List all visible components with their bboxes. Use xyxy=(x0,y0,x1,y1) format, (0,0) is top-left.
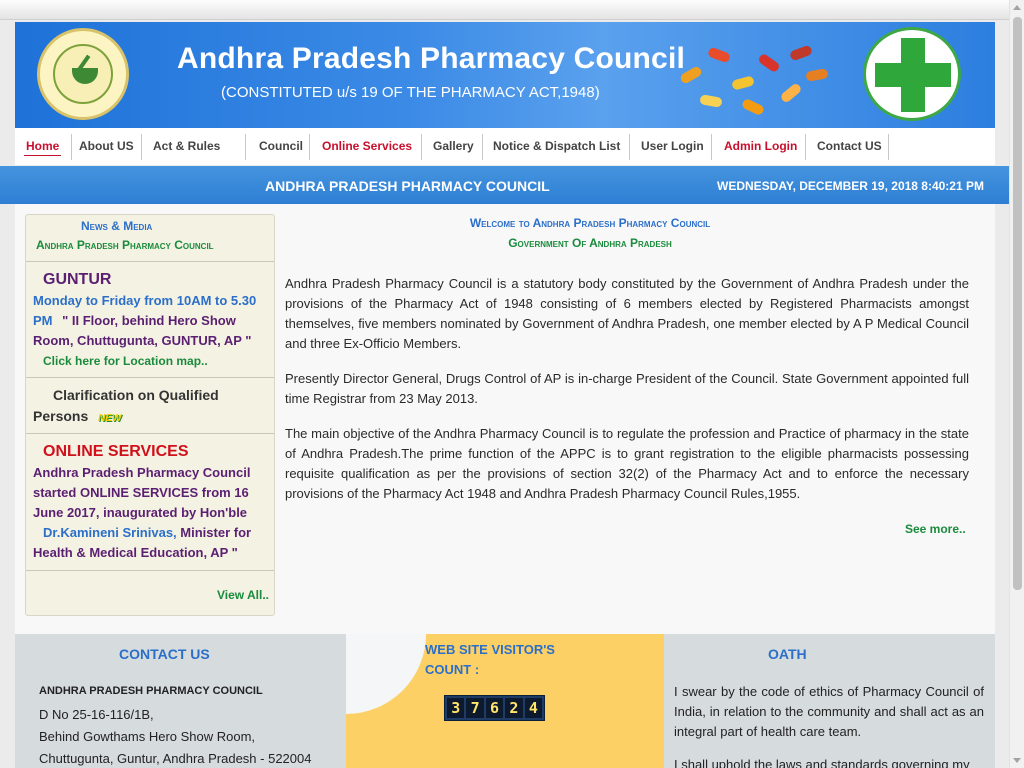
contact-address-line-2: Behind Gowthams Hero Show Room, xyxy=(39,729,256,744)
counter-digit: 2 xyxy=(505,698,523,718)
news-item-online-services: ONLINE SERVICES Andhra Pradesh Pharmacy … xyxy=(33,441,263,563)
nav-contact-us[interactable]: Contact US xyxy=(817,128,882,165)
counter-digit: 4 xyxy=(524,698,543,718)
guntur-address: " II Floor, behind Hero Show Room, Chutt… xyxy=(33,313,252,348)
date-time-display: WEDNESDAY, DECEMBER 19, 2018 8:40:21 PM xyxy=(717,179,984,193)
main-nav: Home About US Act & Rules Council Online… xyxy=(15,128,995,165)
contact-address-line-1: D No 25-16-116/1B, xyxy=(39,707,154,722)
council-name-heading: ANDHRA PRADESH PHARMACY COUNCIL xyxy=(265,178,550,194)
online-services-text: Andhra Pradesh Pharmacy Council started … xyxy=(33,465,251,520)
site-subtitle: (CONSTITUTED u/s 19 OF THE PHARMACY ACT,… xyxy=(221,84,600,101)
news-item-clarification[interactable]: Clarification on Qualified Persons NEW xyxy=(33,385,263,429)
page-scrollbar[interactable] xyxy=(1009,0,1024,768)
intro-paragraph-1: Andhra Pradesh Pharmacy Council is a sta… xyxy=(285,276,969,351)
green-cross-icon xyxy=(863,27,961,121)
oath-paragraph-2: I shall uphold the laws and standards go… xyxy=(674,757,970,768)
minister-name: Dr.Kamineni Srinivas, xyxy=(43,525,177,540)
intro-paragraph-3: The main objective of the Andhra Pharmac… xyxy=(285,426,969,501)
see-more-link[interactable]: See more.. xyxy=(905,522,966,536)
visitor-counter: 3 7 6 2 4 xyxy=(444,695,545,721)
clarification-link[interactable]: Clarification on Qualified Persons xyxy=(33,387,219,424)
visitor-count-section: WEB SITE VISITOR'S COUNT : 3 7 6 2 4 xyxy=(346,634,664,768)
scroll-up-icon[interactable] xyxy=(1013,5,1021,10)
oath-heading: OATH xyxy=(768,646,807,662)
news-item-guntur: GUNTUR Monday to Friday from 10AM to 5.3… xyxy=(33,269,263,371)
news-heading: News & Media xyxy=(81,219,153,233)
oath-paragraph-1: I swear by the code of ethics of Pharmac… xyxy=(674,684,984,739)
view-all-link[interactable]: View All.. xyxy=(217,588,269,602)
nav-home[interactable]: Home xyxy=(23,128,62,165)
contact-section: CONTACT US ANDHRA PRADESH PHARMACY COUNC… xyxy=(15,634,346,768)
counter-digit: 3 xyxy=(447,698,465,718)
nav-gallery[interactable]: Gallery xyxy=(433,128,474,165)
contact-org: ANDHRA PRADESH PHARMACY COUNCIL xyxy=(39,685,263,697)
visitor-count-heading: WEB SITE VISITOR'S COUNT : xyxy=(425,642,555,677)
site-title: Andhra Pradesh Pharmacy Council xyxy=(177,42,686,75)
oath-section: OATH I swear by the code of ethics of Ph… xyxy=(664,634,995,768)
browser-top-strip xyxy=(0,0,1009,20)
counter-digit: 7 xyxy=(466,698,484,718)
header-banner: Andhra Pradesh Pharmacy Council (CONSTIT… xyxy=(15,22,995,128)
news-panel: News & Media Andhra Pradesh Pharmacy Cou… xyxy=(25,214,275,616)
welcome-heading: Welcome to Andhra Pradesh Pharmacy Counc… xyxy=(469,216,711,230)
nav-admin-login[interactable]: Admin Login xyxy=(724,128,797,165)
title-bar: ANDHRA PRADESH PHARMACY COUNCIL WEDNESDA… xyxy=(0,166,1009,204)
contact-address-line-3: Chuttugunta, Guntur, Andhra Pradesh - 52… xyxy=(39,751,312,766)
intro-paragraph-2: Presently Director General, Drugs Contro… xyxy=(285,371,969,406)
nav-council[interactable]: Council xyxy=(259,128,303,165)
nav-notice-dispatch[interactable]: Notice & Dispatch List xyxy=(493,128,620,165)
government-heading: Government Of Andhra Pradesh xyxy=(508,236,672,250)
main-content: News & Media Andhra Pradesh Pharmacy Cou… xyxy=(15,204,995,634)
counter-digit: 6 xyxy=(485,698,504,718)
location-map-link[interactable]: Click here for Location map.. xyxy=(43,351,263,371)
oath-text: I swear by the code of ethics of Pharmac… xyxy=(674,682,984,768)
nav-about-us[interactable]: About US xyxy=(79,128,134,165)
contact-heading: CONTACT US xyxy=(119,646,210,662)
medicine-capsules-image xyxy=(670,30,830,120)
nav-user-login[interactable]: User Login xyxy=(641,128,704,165)
guntur-title: GUNTUR xyxy=(43,271,112,288)
nav-act-rules[interactable]: Act & Rules xyxy=(153,128,220,165)
scroll-down-icon[interactable] xyxy=(1013,758,1021,763)
online-services-title: ONLINE SERVICES xyxy=(43,443,189,460)
news-subheading: Andhra Pradesh Pharmacy Council xyxy=(36,238,214,252)
new-badge-icon: NEW xyxy=(98,413,122,424)
scrollbar-thumb[interactable] xyxy=(1013,17,1022,590)
council-seal-logo xyxy=(37,28,129,120)
nav-online-services[interactable]: Online Services xyxy=(322,128,412,165)
